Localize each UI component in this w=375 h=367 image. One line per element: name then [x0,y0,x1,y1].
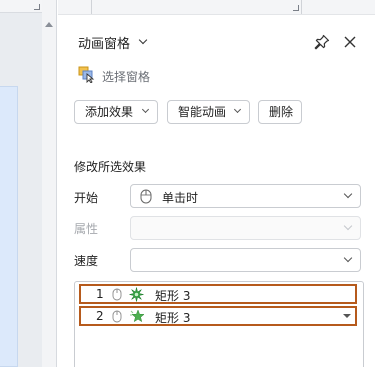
selection-pane-label: 选择窗格 [102,70,151,84]
animation-order: 1 [96,287,104,301]
property-select [130,216,361,240]
modify-section-title: 修改所选效果 [74,160,147,174]
chevron-down-icon[interactable] [138,35,148,45]
resize-corner-icon [34,4,40,10]
top-toolbar-strip [58,0,375,15]
speed-label: 速度 [74,254,99,268]
smart-animation-label: 智能动画 [178,105,227,119]
mouse-icon [112,310,122,323]
animation-name: 矩形 3 [155,311,191,325]
property-label: 属性 [74,222,99,236]
animation-name: 矩形 3 [155,289,191,303]
vertical-scrollbar[interactable] [42,0,57,367]
scroll-up-arrow-icon[interactable] [45,22,53,27]
chevron-down-icon [343,221,353,231]
chevron-down-icon [343,189,353,199]
start-label: 开始 [74,191,99,205]
chevron-down-icon [141,105,150,114]
star-entrance-icon [130,309,144,323]
smart-animation-button[interactable]: 智能动画 [167,100,250,124]
add-effect-button[interactable]: 添加效果 [74,100,158,124]
mouse-icon [112,288,122,301]
list-item[interactable]: 1 矩形 3 [79,284,357,304]
mouse-icon [140,189,152,204]
delete-button[interactable]: 删除 [258,100,302,124]
delete-label: 删除 [269,105,294,119]
selection-pane-icon [78,66,95,83]
chevron-down-icon [233,105,242,114]
add-effect-label: 添加效果 [85,105,134,119]
animation-order: 2 [96,309,104,323]
document-area [0,0,42,367]
list-item[interactable]: 2 矩形 3 [79,306,357,326]
close-icon[interactable] [342,34,358,50]
animation-list[interactable]: 1 矩形 3 2 矩形 3 [74,281,364,367]
speed-select[interactable] [130,248,361,272]
divider [301,0,302,14]
start-value: 单击时 [162,191,199,205]
pin-icon[interactable] [314,34,330,50]
resize-corner-icon [293,5,299,11]
pane-title[interactable]: 动画窗格 [78,33,130,52]
dropdown-arrow-icon[interactable] [343,314,351,318]
divider [91,0,92,14]
start-select[interactable]: 单击时 [130,184,361,208]
slide-canvas[interactable] [0,86,18,367]
chevron-down-icon [343,253,353,263]
burst-emphasis-icon [129,287,144,302]
